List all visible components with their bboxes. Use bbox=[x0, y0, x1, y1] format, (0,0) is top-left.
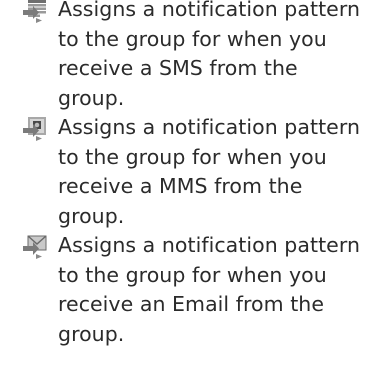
mms-notification-description: Assigns a notification pattern to the gr… bbox=[58, 115, 360, 228]
email-notification-icon bbox=[22, 234, 48, 260]
email-notification-description: Assigns a notification pattern to the gr… bbox=[58, 233, 360, 346]
sms-notification-entry: Assigns a notification pattern to the gr… bbox=[0, 0, 369, 113]
sms-notification-icon bbox=[22, 0, 48, 24]
email-notification-entry: Assigns a notification pattern to the gr… bbox=[0, 231, 369, 349]
mms-notification-entry: Assigns a notification pattern to the gr… bbox=[0, 113, 369, 231]
mms-notification-icon bbox=[22, 116, 48, 142]
sms-notification-description: Assigns a notification pattern to the gr… bbox=[58, 0, 360, 110]
notification-pattern-list: Assigns a notification pattern to the gr… bbox=[0, 0, 369, 349]
